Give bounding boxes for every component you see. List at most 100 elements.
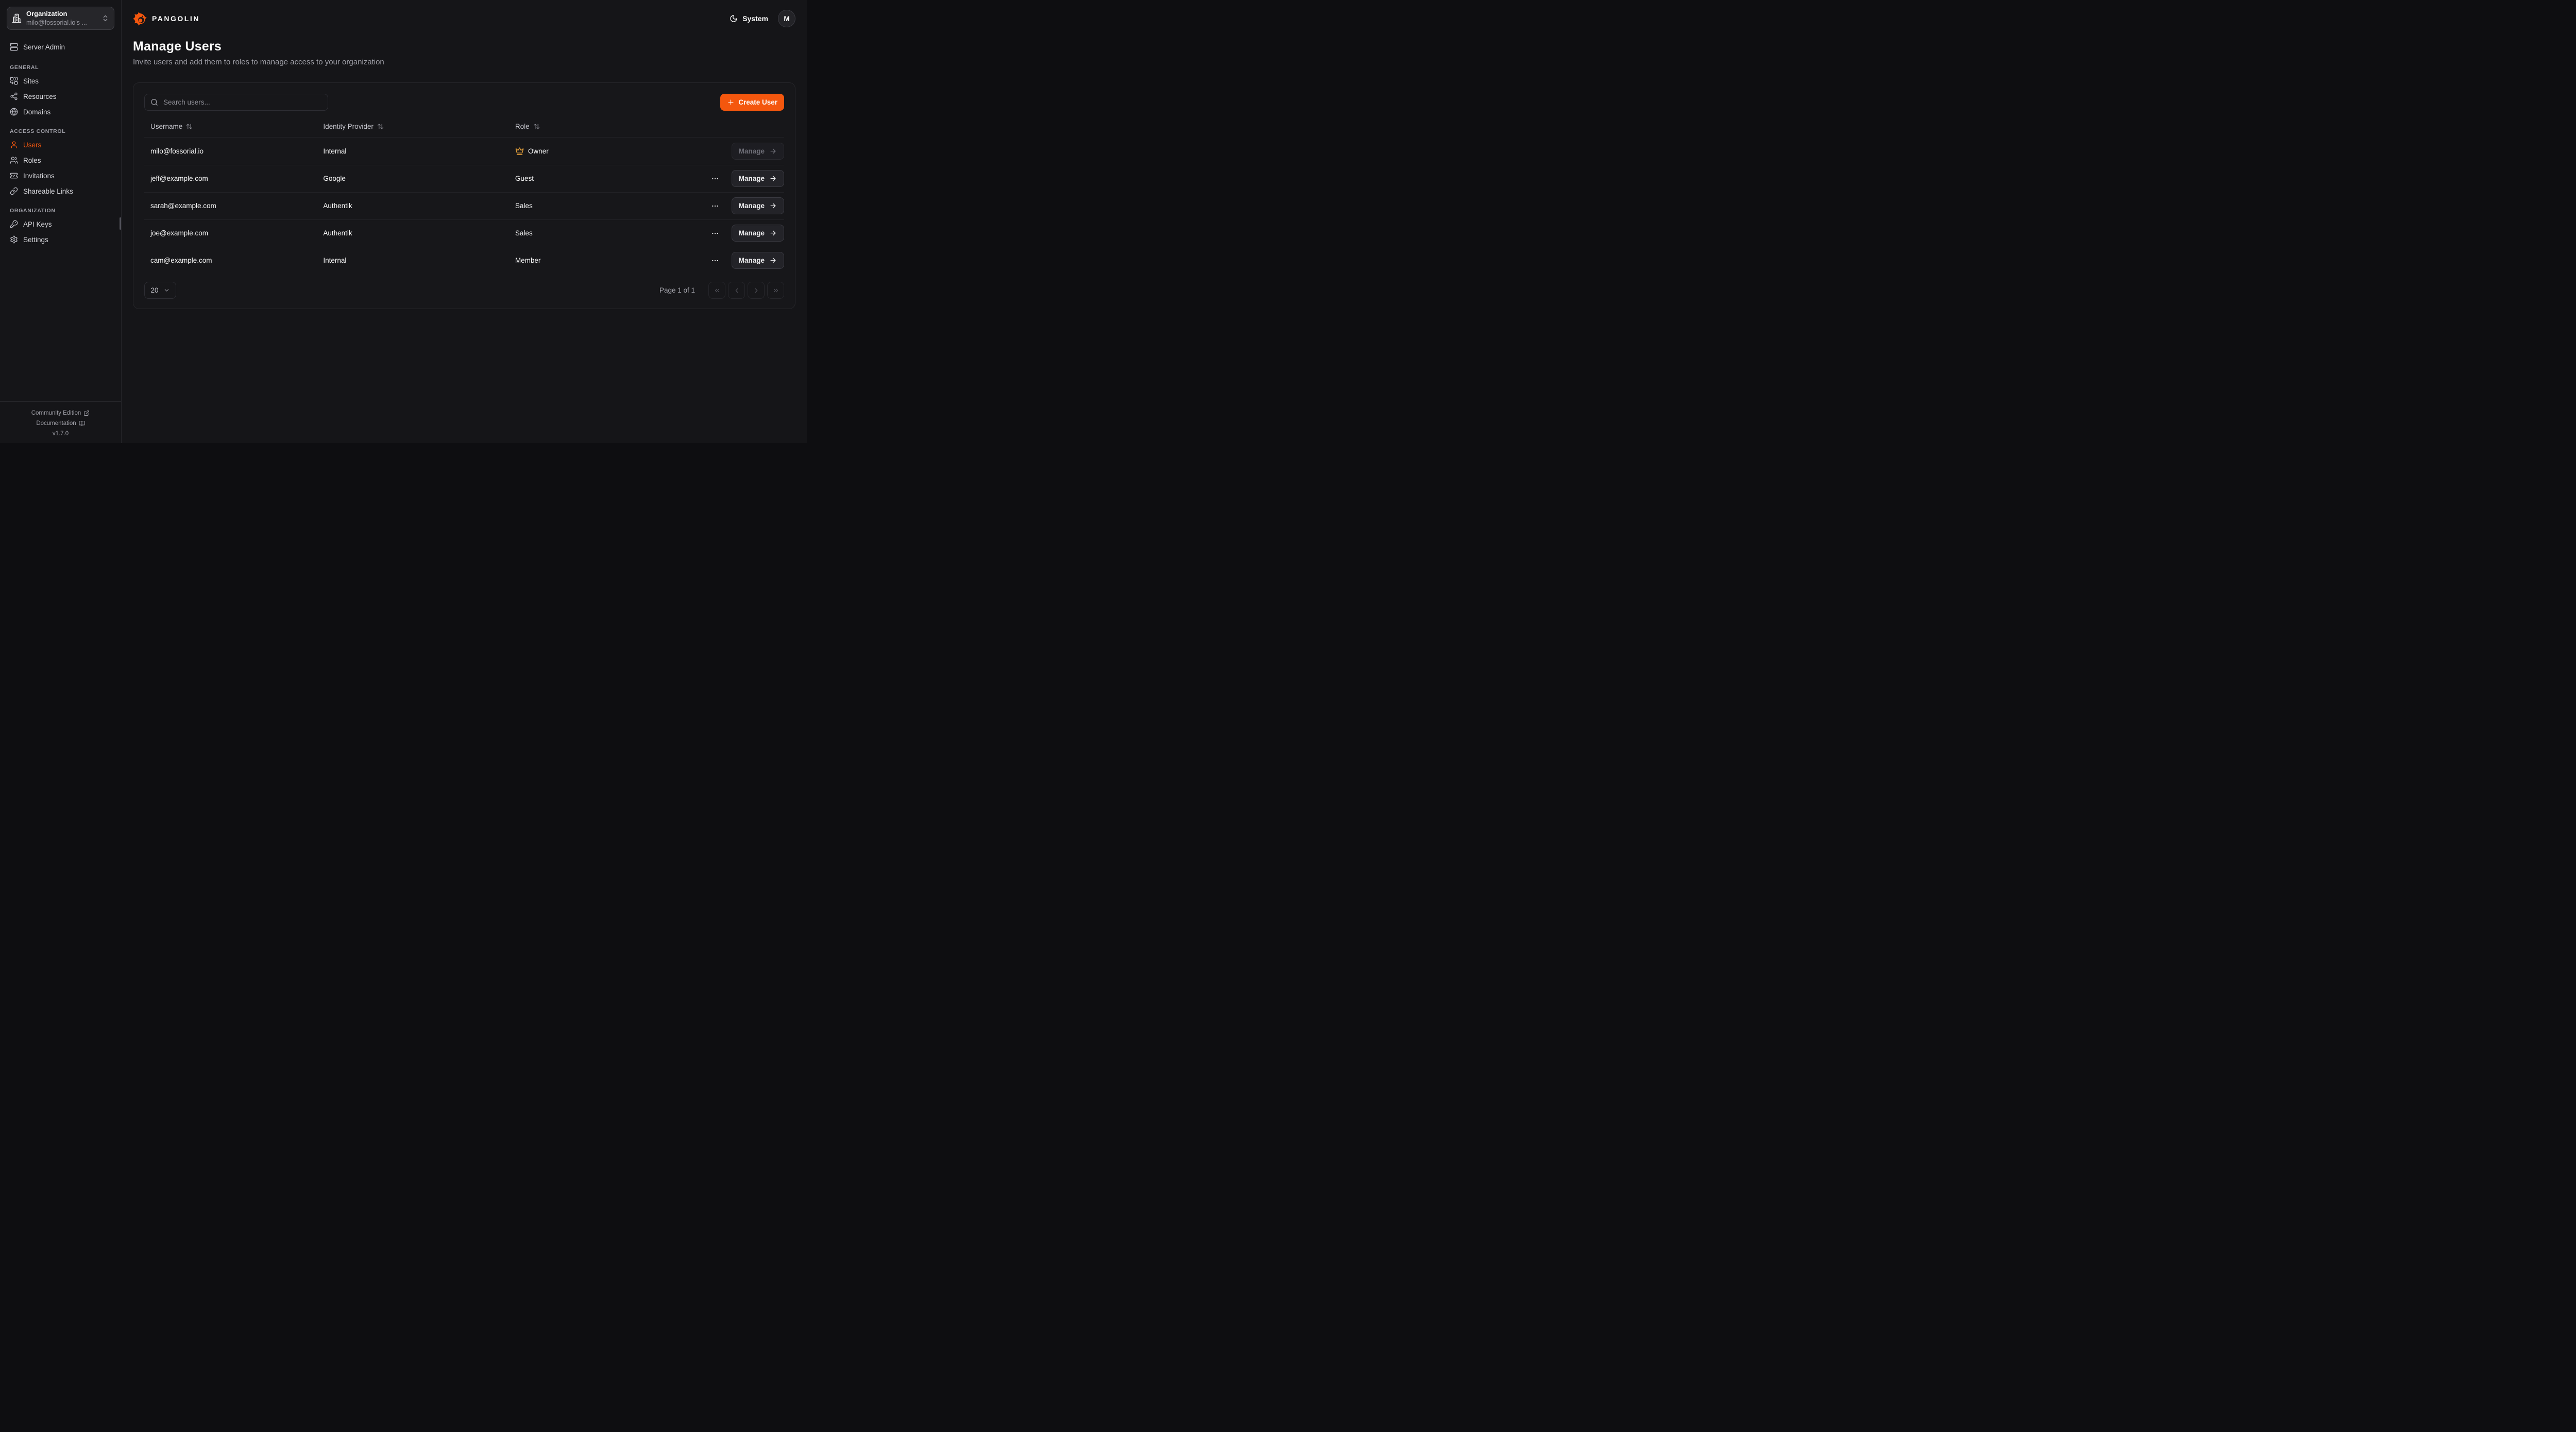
create-user-button[interactable]: Create User bbox=[720, 94, 784, 111]
sidebar-item-label: Server Admin bbox=[23, 43, 65, 51]
server-icon bbox=[10, 43, 18, 51]
cell-role: Member bbox=[509, 247, 656, 274]
sidebar-item-shareable-links[interactable]: Shareable Links bbox=[7, 184, 114, 198]
manage-button[interactable]: Manage bbox=[732, 252, 784, 269]
sort-username[interactable]: Username bbox=[150, 123, 193, 130]
chevrons-up-down-icon bbox=[101, 14, 109, 22]
key-icon bbox=[10, 220, 18, 228]
previous-page-button[interactable] bbox=[728, 282, 745, 299]
table-row: milo@fossorial.io Internal Owner Manage bbox=[144, 137, 784, 165]
cell-username: jeff@example.com bbox=[144, 165, 317, 192]
sort-icon bbox=[186, 123, 193, 130]
org-selector[interactable]: Organization milo@fossorial.io's ... bbox=[7, 7, 114, 30]
sidebar-item-sites[interactable]: Sites bbox=[7, 74, 114, 88]
cell-identity-provider: Internal bbox=[317, 247, 509, 274]
row-actions-menu-button[interactable] bbox=[709, 254, 721, 267]
sidebar-nav: Server Admin GENERAL Sites Resources Dom… bbox=[0, 31, 121, 401]
search-icon bbox=[150, 98, 158, 106]
sort-identity-provider[interactable]: Identity Provider bbox=[323, 123, 384, 130]
header-right: System M bbox=[730, 10, 795, 27]
manage-button[interactable]: Manage bbox=[732, 225, 784, 242]
ellipsis-icon bbox=[711, 229, 719, 237]
cell-role: Guest bbox=[509, 165, 656, 192]
community-edition-link[interactable]: Community Edition bbox=[3, 410, 118, 416]
link-icon bbox=[10, 187, 18, 195]
page-subtitle: Invite users and add them to roles to ma… bbox=[133, 58, 795, 66]
users-icon bbox=[10, 156, 18, 164]
manage-label: Manage bbox=[739, 229, 765, 237]
crown-icon bbox=[515, 147, 524, 156]
arrow-right-icon bbox=[769, 175, 777, 182]
org-selector-text: Organization milo@fossorial.io's ... bbox=[26, 10, 97, 27]
section-label-access-control: ACCESS CONTROL bbox=[10, 128, 111, 134]
sort-icon bbox=[533, 123, 540, 130]
sidebar-item-label: Shareable Links bbox=[23, 187, 73, 195]
avatar[interactable]: M bbox=[778, 10, 795, 27]
arrow-right-icon bbox=[769, 229, 777, 237]
sidebar-item-label: API Keys bbox=[23, 220, 52, 228]
manage-label: Manage bbox=[739, 257, 765, 264]
manage-button[interactable]: Manage bbox=[732, 197, 784, 214]
documentation-label: Documentation bbox=[36, 420, 76, 427]
cell-username: joe@example.com bbox=[144, 219, 317, 247]
app-window: Organization milo@fossorial.io's ... Ser… bbox=[0, 0, 807, 443]
manage-button[interactable]: Manage bbox=[732, 170, 784, 187]
row-actions-menu-button[interactable] bbox=[709, 173, 721, 185]
sidebar-item-label: Users bbox=[23, 141, 41, 149]
table-row: joe@example.com Authentik Sales Manage bbox=[144, 219, 784, 247]
sidebar-item-invitations[interactable]: Invitations bbox=[7, 169, 114, 182]
sidebar-item-label: Invitations bbox=[23, 172, 55, 180]
row-actions-menu-button[interactable] bbox=[709, 227, 721, 240]
ellipsis-icon bbox=[711, 202, 719, 210]
users-table: Username Identity Provider Role milo@fos… bbox=[144, 116, 784, 274]
first-page-button[interactable] bbox=[708, 282, 725, 299]
table-header-row: Username Identity Provider Role bbox=[144, 116, 784, 137]
sidebar-item-domains[interactable]: Domains bbox=[7, 105, 114, 118]
ellipsis-icon bbox=[711, 175, 719, 183]
arrow-right-icon bbox=[769, 257, 777, 264]
sidebar-item-label: Resources bbox=[23, 93, 57, 100]
page-size-value: 20 bbox=[150, 286, 158, 294]
brand-name: PANGOLIN bbox=[152, 14, 200, 23]
gear-icon bbox=[10, 235, 18, 244]
cell-role: Sales bbox=[509, 219, 656, 247]
last-page-button[interactable] bbox=[767, 282, 784, 299]
table-footer: 20 Page 1 of 1 bbox=[144, 282, 784, 299]
cell-username: sarah@example.com bbox=[144, 192, 317, 219]
sort-role[interactable]: Role bbox=[515, 123, 540, 130]
chevron-left-icon bbox=[733, 287, 740, 294]
sidebar-item-roles[interactable]: Roles bbox=[7, 154, 114, 167]
building-icon bbox=[12, 13, 22, 23]
sidebar-scrollbar-thumb[interactable] bbox=[120, 217, 121, 230]
brand-logo[interactable]: PANGOLIN bbox=[133, 12, 200, 26]
sidebar-item-api-keys[interactable]: API Keys bbox=[7, 217, 114, 231]
sidebar-item-settings[interactable]: Settings bbox=[7, 233, 114, 246]
row-actions-menu-button[interactable] bbox=[709, 200, 721, 212]
share-icon bbox=[10, 92, 18, 100]
cell-identity-provider: Google bbox=[317, 165, 509, 192]
org-selector-value: milo@fossorial.io's ... bbox=[26, 19, 97, 27]
pangolin-logo-icon bbox=[133, 12, 147, 26]
next-page-button[interactable] bbox=[748, 282, 765, 299]
ticket-check-icon bbox=[10, 172, 18, 180]
table-row: jeff@example.com Google Guest Manage bbox=[144, 165, 784, 192]
cell-role: Owner bbox=[515, 138, 656, 165]
cell-username: cam@example.com bbox=[144, 247, 317, 274]
table-row: sarah@example.com Authentik Sales Manage bbox=[144, 192, 784, 219]
search-input[interactable] bbox=[162, 98, 322, 107]
sidebar-item-users[interactable]: Users bbox=[7, 138, 114, 151]
sidebar-item-label: Sites bbox=[23, 77, 39, 85]
documentation-link[interactable]: Documentation bbox=[3, 420, 118, 427]
version-label: v1.7.0 bbox=[3, 431, 118, 437]
page-indicator: Page 1 of 1 bbox=[659, 286, 695, 294]
manage-label: Manage bbox=[739, 147, 765, 155]
sidebar-item-resources[interactable]: Resources bbox=[7, 90, 114, 103]
sidebar-item-label: Roles bbox=[23, 157, 41, 164]
page-size-select[interactable]: 20 bbox=[144, 282, 176, 299]
sidebar-item-server-admin[interactable]: Server Admin bbox=[7, 40, 114, 54]
user-icon bbox=[10, 141, 18, 149]
theme-toggle[interactable]: System bbox=[730, 14, 768, 23]
page-content: Manage Users Invite users and add them t… bbox=[122, 37, 807, 309]
chevron-right-icon bbox=[753, 287, 760, 294]
theme-toggle-label: System bbox=[742, 14, 768, 23]
